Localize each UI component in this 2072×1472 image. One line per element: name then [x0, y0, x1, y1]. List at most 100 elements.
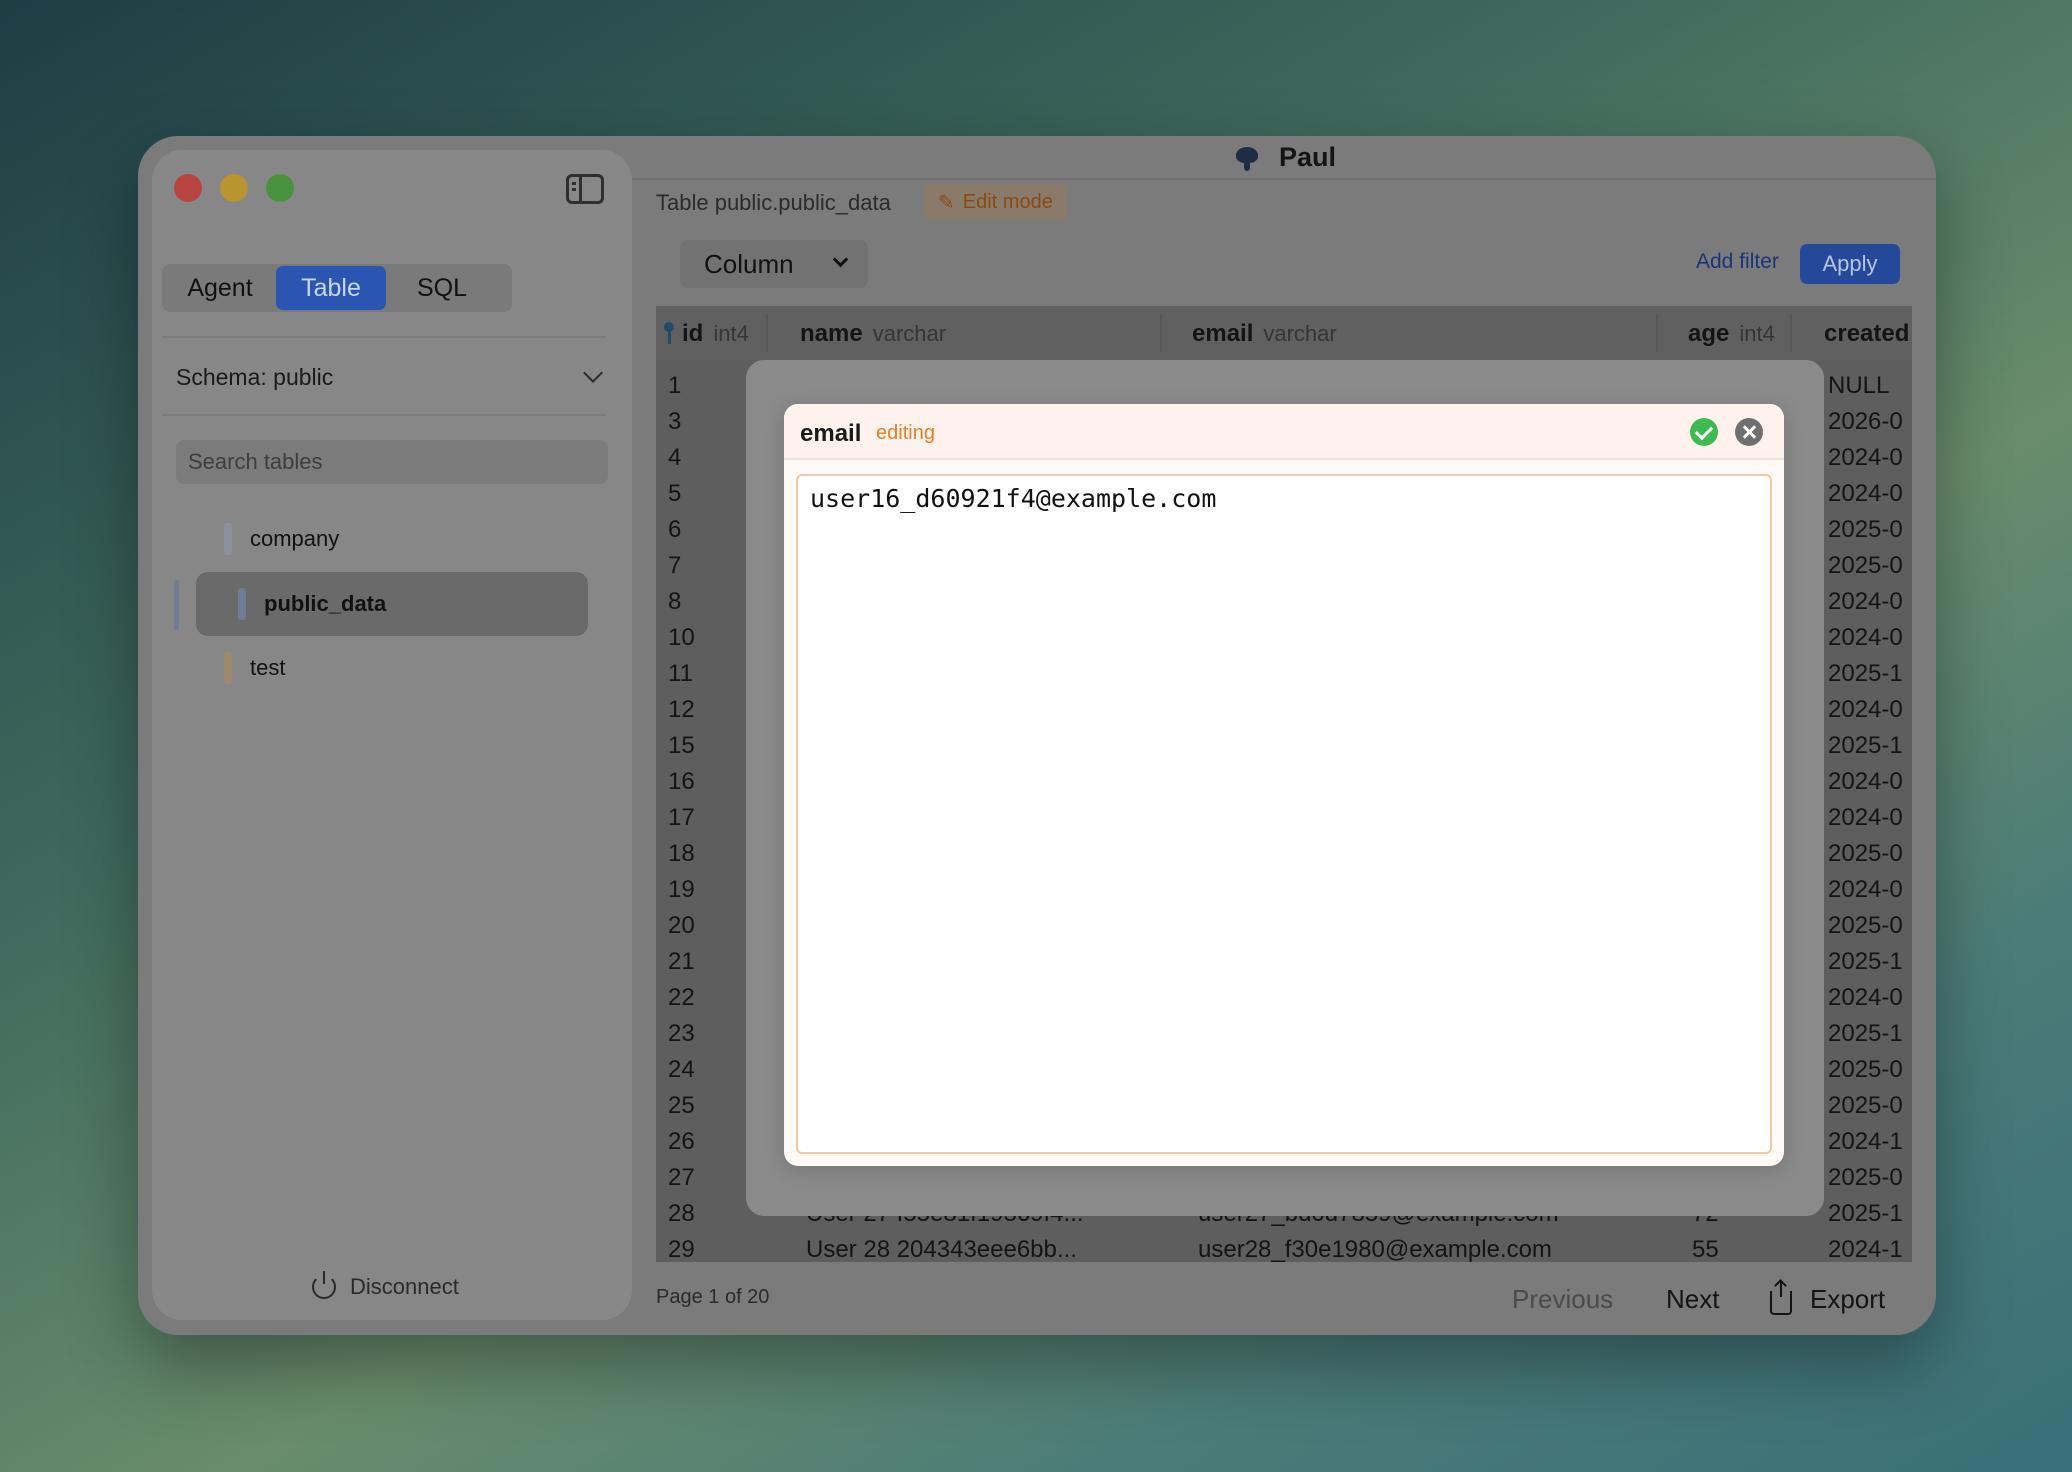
cell-id[interactable]: 15: [668, 732, 695, 760]
editor-header: email editing: [784, 404, 1784, 460]
cell-id[interactable]: 5: [668, 480, 681, 508]
column-resize-handle[interactable]: [1160, 314, 1162, 352]
cell-id[interactable]: 28: [668, 1200, 695, 1228]
table-label: test: [250, 655, 286, 680]
cell-id[interactable]: 23: [668, 1020, 695, 1048]
cell-created[interactable]: 2025-1: [1828, 1020, 1903, 1048]
cell-created[interactable]: 2024-0: [1828, 444, 1903, 472]
cell-created[interactable]: 2026-0: [1828, 408, 1903, 436]
cell-id[interactable]: 16: [668, 768, 695, 796]
cell-name[interactable]: User 28 204343eee6bb...: [806, 1236, 1077, 1262]
sidebar-item-public-data[interactable]: public_data: [238, 588, 386, 620]
cell-id[interactable]: 25: [668, 1092, 695, 1120]
cell-id[interactable]: 20: [668, 912, 695, 940]
cell-value-textarea[interactable]: [796, 474, 1772, 1154]
cell-created[interactable]: 2024-0: [1828, 696, 1903, 724]
cell-created[interactable]: 2025-0: [1828, 912, 1903, 940]
minimize-window-button[interactable]: [220, 174, 248, 202]
cell-created[interactable]: 2024-0: [1828, 768, 1903, 796]
cell-id[interactable]: 21: [668, 948, 695, 976]
schema-selector[interactable]: Schema: public: [176, 360, 606, 394]
add-filter-button[interactable]: Add filter: [1696, 250, 1779, 274]
table-color-icon: [238, 588, 246, 620]
cell-editor-dialog: email editing: [784, 404, 1784, 1166]
edit-mode-badge[interactable]: ✎ Edit mode: [924, 184, 1067, 220]
export-button[interactable]: Export: [1770, 1280, 1885, 1315]
cell-created[interactable]: 2025-1: [1828, 660, 1903, 688]
tab-agent[interactable]: Agent: [164, 266, 276, 310]
search-tables-input[interactable]: Search tables: [176, 440, 608, 484]
cell-created[interactable]: 2025-0: [1828, 840, 1903, 868]
cell-created[interactable]: 2024-0: [1828, 804, 1903, 832]
column-filter-select[interactable]: Column: [680, 240, 868, 288]
cell-created[interactable]: 2025-0: [1828, 552, 1903, 580]
cell-email[interactable]: user28_f30e1980@example.com: [1198, 1236, 1552, 1262]
cell-id[interactable]: 17: [668, 804, 695, 832]
cell-created[interactable]: 2024-0: [1828, 984, 1903, 1012]
column-header-email[interactable]: email varchar: [1192, 320, 1337, 348]
cancel-close-icon[interactable]: [1735, 418, 1763, 446]
cell-id[interactable]: 26: [668, 1128, 695, 1156]
cell-created[interactable]: 2024-1: [1828, 1128, 1903, 1156]
cell-created[interactable]: 2025-0: [1828, 1092, 1903, 1120]
cell-id[interactable]: 29: [668, 1236, 695, 1262]
cell-id[interactable]: 3: [668, 408, 681, 436]
column-header-age[interactable]: age int4: [1688, 320, 1775, 348]
cell-id[interactable]: 12: [668, 696, 695, 724]
cell-created[interactable]: 2025-0: [1828, 516, 1903, 544]
cell-id[interactable]: 18: [668, 840, 695, 868]
tab-table[interactable]: Table: [276, 266, 386, 310]
power-icon: [312, 1271, 336, 1299]
cell-created[interactable]: 2024-0: [1828, 624, 1903, 652]
schema-label: Schema: public: [176, 363, 334, 390]
cell-id[interactable]: 27: [668, 1164, 695, 1192]
cell-id[interactable]: 10: [668, 624, 695, 652]
sidebar-toggle-icon[interactable]: [566, 174, 604, 204]
cell-age[interactable]: 55: [1692, 1236, 1719, 1262]
sidebar-item-company[interactable]: company: [224, 523, 339, 555]
column-select-value: Column: [704, 248, 794, 279]
titlebar-divider: [632, 178, 1936, 180]
confirm-check-icon[interactable]: [1690, 418, 1718, 446]
cell-created[interactable]: 2024-1: [1828, 1236, 1903, 1262]
tab-sql[interactable]: SQL: [386, 266, 498, 310]
disconnect-button[interactable]: Disconnect: [312, 1271, 459, 1300]
cell-created[interactable]: 2025-1: [1828, 948, 1903, 976]
next-page-button[interactable]: Next: [1666, 1284, 1719, 1315]
column-resize-handle[interactable]: [1656, 314, 1658, 352]
cell-id[interactable]: 7: [668, 552, 681, 580]
cell-id[interactable]: 1: [668, 372, 681, 400]
grid-header: id int4 name varchar email varchar age int4 …: [656, 306, 1912, 360]
cell-id[interactable]: 8: [668, 588, 681, 616]
column-resize-handle[interactable]: [766, 314, 768, 352]
cell-created[interactable]: 2025-1: [1828, 732, 1903, 760]
maximize-window-button[interactable]: [266, 174, 294, 202]
table-color-icon: [224, 523, 232, 555]
cell-created[interactable]: 2024-0: [1828, 480, 1903, 508]
cell-id[interactable]: 4: [668, 444, 681, 472]
cell-created[interactable]: 2024-0: [1828, 876, 1903, 904]
cell-id[interactable]: 6: [668, 516, 681, 544]
cell-id[interactable]: 19: [668, 876, 695, 904]
cell-created[interactable]: 2025-0: [1828, 1164, 1903, 1192]
column-header-name[interactable]: name varchar: [800, 320, 946, 348]
cell-created[interactable]: 2025-1: [1828, 1200, 1903, 1228]
cell-created[interactable]: 2025-0: [1828, 1056, 1903, 1084]
cell-id[interactable]: 22: [668, 984, 695, 1012]
previous-page-button[interactable]: Previous: [1512, 1284, 1613, 1315]
column-resize-handle[interactable]: [1790, 314, 1792, 352]
disconnect-label: Disconnect: [350, 1274, 459, 1299]
cell-created[interactable]: 2024-0: [1828, 588, 1903, 616]
table-row[interactable]: 29 User 28 204343eee6bb... user28_f30e1980…: [656, 1230, 1912, 1262]
column-header-created[interactable]: created: [1824, 320, 1909, 348]
close-window-button[interactable]: [174, 174, 202, 202]
editor-field-name: email: [800, 420, 862, 447]
cell-id[interactable]: 24: [668, 1056, 695, 1084]
cell-id[interactable]: 11: [668, 660, 693, 688]
editor-status: editing: [876, 422, 935, 444]
sidebar-item-test[interactable]: test: [224, 652, 285, 684]
chevron-down-icon: [832, 251, 849, 268]
cell-created[interactable]: NULL: [1828, 372, 1889, 400]
apply-button[interactable]: Apply: [1800, 244, 1900, 284]
column-header-id[interactable]: id int4: [664, 320, 749, 348]
